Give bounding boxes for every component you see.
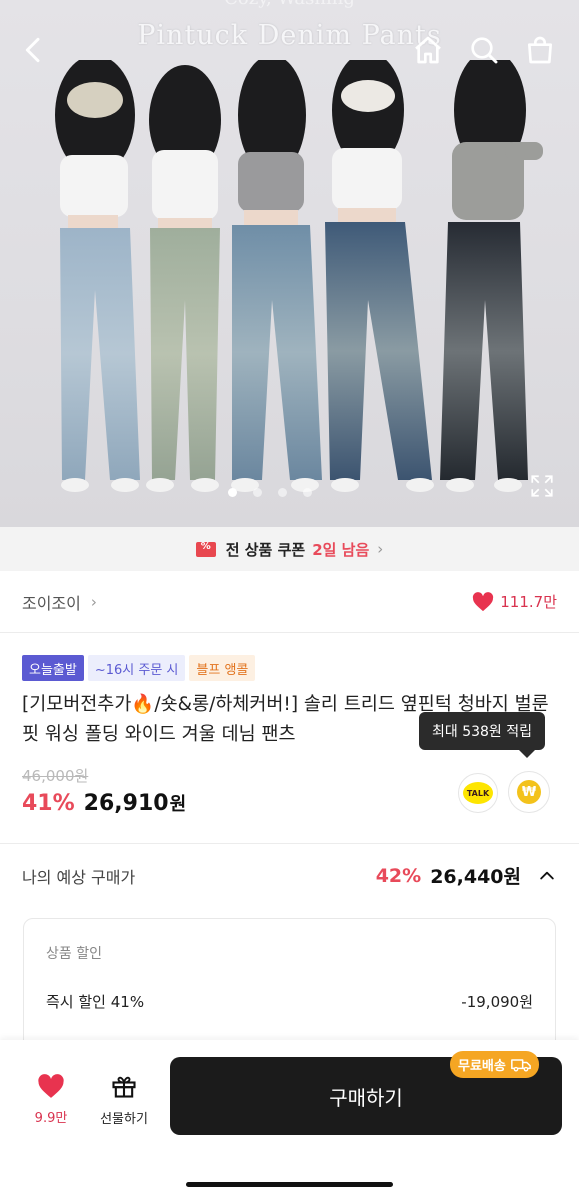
- expected-price-label: 나의 예상 구매가: [22, 867, 136, 887]
- breakdown-row-label: 즉시 할인 41%: [46, 993, 145, 1011]
- free-shipping-label: 무료배송: [458, 1059, 506, 1074]
- original-price: 46,000원: [22, 767, 89, 785]
- seller-name-link[interactable]: 조이조이: [22, 590, 81, 614]
- wishlist-button[interactable]: 9.9만: [28, 1074, 74, 1126]
- seller-row: 조이조이 › 111.7만: [0, 571, 579, 633]
- carousel-dot[interactable]: [278, 488, 287, 497]
- kakao-talk-button[interactable]: TALK: [458, 773, 498, 813]
- product-image-carousel[interactable]: Cozy, Washing Pintuck Denim Pants: [0, 0, 579, 527]
- talk-icon: TALK: [463, 782, 493, 804]
- cart-button[interactable]: [520, 30, 560, 70]
- heart-icon: [473, 591, 494, 611]
- shopping-bag-icon: [528, 36, 552, 64]
- gift-button[interactable]: 선물하기: [92, 1072, 156, 1127]
- discount-rate: 41%: [22, 791, 75, 816]
- home-indicator: [186, 1182, 393, 1187]
- chevron-right-icon: ›: [90, 592, 97, 611]
- price-unit: 원: [169, 794, 187, 815]
- gift-label: 선물하기: [100, 1112, 148, 1127]
- carousel-dot[interactable]: [303, 488, 312, 497]
- carousel-dot[interactable]: [253, 488, 262, 497]
- gift-icon: [112, 1076, 136, 1098]
- carousel-indicator: [228, 488, 312, 497]
- coupon-label: 전 상품 쿠폰: [225, 540, 306, 559]
- badge-row: 오늘출발 ~16시 주문 시 블프 앵콜: [22, 655, 256, 681]
- search-icon: [471, 37, 498, 64]
- points-button[interactable]: ₩: [508, 771, 550, 813]
- hero-subtitle-text: Cozy, Washing: [0, 0, 579, 9]
- back-arrow-icon: [25, 37, 40, 63]
- section-divider: [0, 843, 579, 844]
- bottom-action-bar: 9.9만 선물하기 구매하기 무료배송: [0, 1040, 579, 1200]
- back-button[interactable]: [14, 30, 54, 70]
- price-line: 41% 26,910 원: [22, 790, 186, 816]
- coin-icon: ₩: [517, 780, 541, 804]
- seller-like-button[interactable]: 111.7만: [472, 591, 557, 612]
- badge-black-friday: 블프 앵콜: [189, 655, 256, 681]
- home-button[interactable]: [408, 30, 448, 70]
- free-shipping-badge: 무료배송: [450, 1051, 539, 1078]
- heart-icon: [38, 1074, 64, 1098]
- sale-price: 26,910: [83, 791, 169, 816]
- product-photo: [55, 60, 543, 492]
- truck-icon: [510, 1058, 531, 1071]
- expected-price: 26,440원: [430, 866, 521, 888]
- coupon-remaining: 2일 남음: [312, 540, 370, 559]
- badge-order-cutoff: ~16시 주문 시: [87, 655, 186, 681]
- expand-icon[interactable]: [529, 473, 555, 499]
- coupon-icon: [195, 541, 216, 557]
- expected-discount: 42%: [375, 864, 422, 887]
- carousel-dot[interactable]: [228, 488, 237, 497]
- coupon-banner[interactable]: 전 상품 쿠폰 2일 남음 ›: [0, 527, 579, 571]
- breakdown-row: 즉시 할인 41% -19,090원: [46, 991, 533, 1012]
- expected-price-toggle[interactable]: 나의 예상 구매가 42% 26,440원: [22, 862, 557, 889]
- chevron-up-icon: [540, 871, 554, 879]
- wishlist-count: 9.9만: [34, 1111, 68, 1126]
- breakdown-header: 상품 할인: [46, 946, 102, 962]
- breakdown-row-value: -19,090원: [461, 993, 533, 1011]
- product-title-part1: [기모버전추가: [22, 694, 132, 715]
- fire-icon: 🔥: [131, 694, 155, 715]
- badge-today-shipping: 오늘출발: [22, 655, 84, 681]
- points-tooltip: 최대 538원 적립: [419, 712, 546, 758]
- search-button[interactable]: [464, 30, 504, 70]
- seller-like-count: 111.7만: [500, 593, 557, 611]
- chevron-right-icon: ›: [377, 540, 384, 558]
- home-icon: [415, 36, 441, 64]
